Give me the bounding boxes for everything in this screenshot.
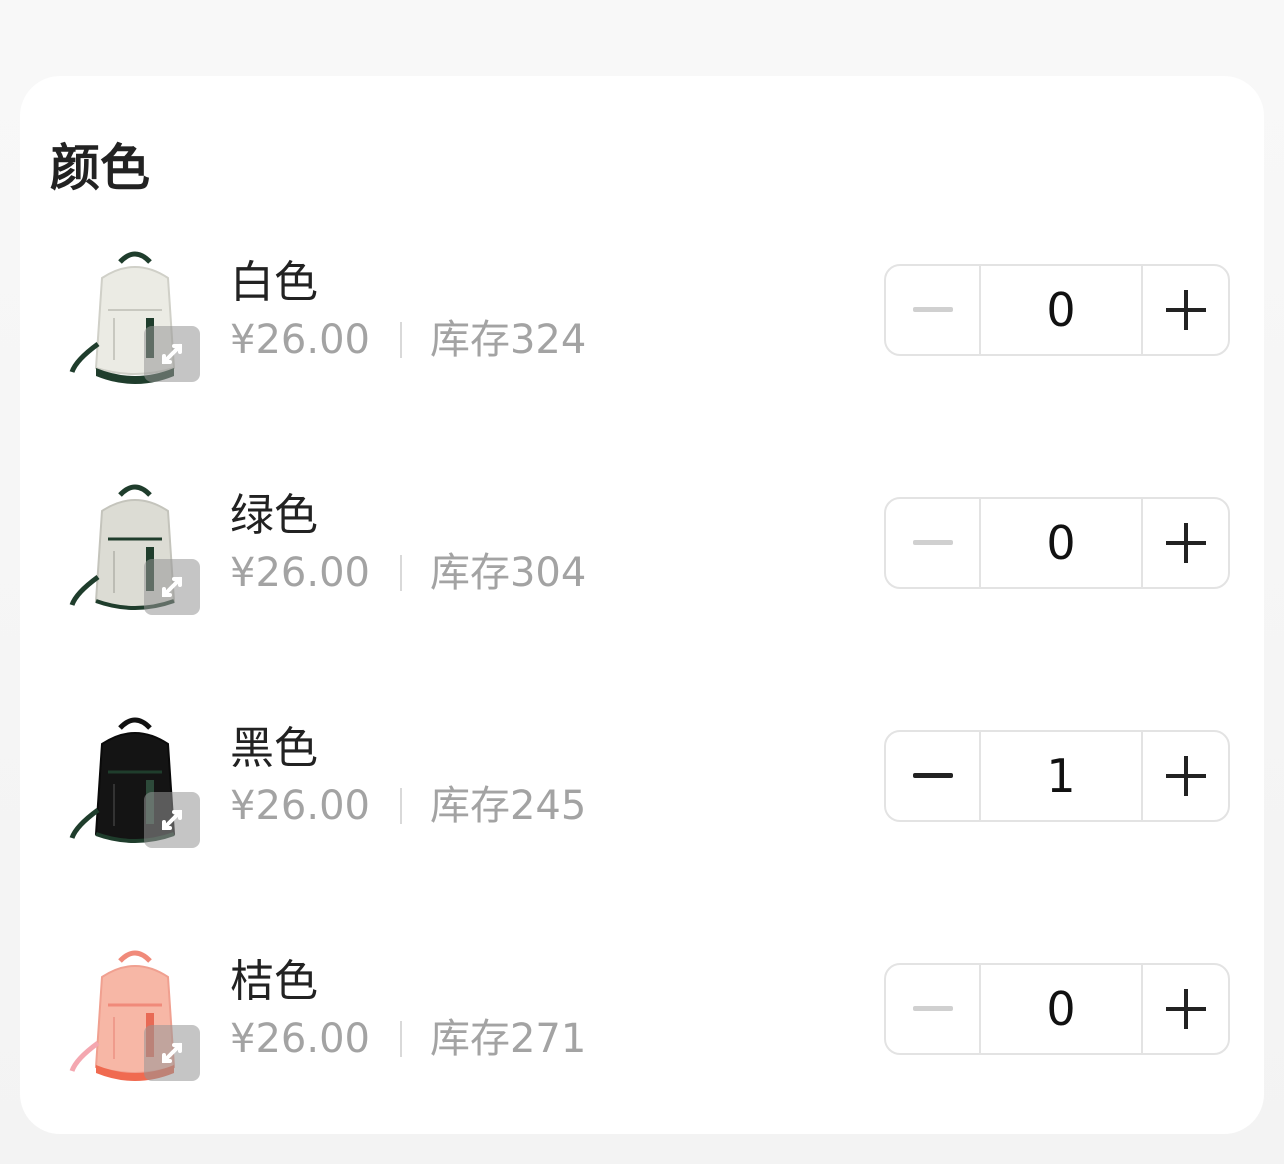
variant-name: 绿色: [230, 490, 318, 541]
quantity-value[interactable]: 0: [979, 266, 1143, 354]
variant-row-green: 绿色 ¥26.00 库存304 0: [20, 481, 1264, 631]
variant-name: 桔色: [230, 956, 318, 1007]
increase-button[interactable]: [1143, 499, 1228, 587]
plus-icon: [1165, 523, 1206, 563]
increase-button[interactable]: [1143, 965, 1228, 1053]
minus-icon: [912, 307, 953, 312]
expand-icon[interactable]: [144, 792, 200, 848]
variant-row-black: 黑色 ¥26.00 库存245 1: [20, 714, 1264, 864]
decrease-button[interactable]: [886, 732, 979, 820]
plus-icon: [1165, 290, 1206, 330]
variant-stock: 库存304: [429, 550, 587, 596]
variant-price: ¥26.00: [230, 1016, 370, 1062]
orange-backpack-thumbnail[interactable]: [68, 947, 202, 1087]
increase-button[interactable]: [1143, 266, 1228, 354]
variant-name: 黑色: [230, 723, 318, 774]
variant-stock: 库存245: [429, 783, 587, 829]
quantity-value[interactable]: 1: [979, 732, 1143, 820]
divider: [399, 555, 402, 591]
decrease-button[interactable]: [886, 965, 979, 1053]
minus-icon: [912, 1006, 953, 1011]
expand-icon[interactable]: [144, 326, 200, 382]
white-backpack-thumbnail[interactable]: [68, 248, 202, 388]
plus-icon: [1165, 989, 1206, 1029]
variant-price: ¥26.00: [230, 317, 370, 363]
expand-icon[interactable]: [144, 559, 200, 615]
color-selection-card: 颜色 白色 ¥26.00 库存324 0 绿色 ¥26.00 库存304 0 黑…: [20, 76, 1264, 1134]
variant-row-orange: 桔色 ¥26.00 库存271 0: [20, 947, 1264, 1097]
divider: [399, 1021, 402, 1057]
variant-name: 白色: [230, 257, 318, 308]
quantity-stepper: 0: [884, 264, 1230, 356]
variant-meta: ¥26.00 库存271: [230, 1013, 586, 1065]
variant-price: ¥26.00: [230, 783, 370, 829]
variant-meta: ¥26.00 库存324: [230, 314, 586, 366]
variant-stock: 库存324: [429, 317, 587, 363]
minus-icon: [912, 540, 953, 545]
variant-meta: ¥26.00 库存304: [230, 547, 586, 599]
plus-icon: [1165, 756, 1206, 796]
increase-button[interactable]: [1143, 732, 1228, 820]
section-title: 颜色: [50, 139, 150, 197]
divider: [399, 322, 402, 358]
quantity-stepper: 0: [884, 963, 1230, 1055]
green-backpack-thumbnail[interactable]: [68, 481, 202, 621]
minus-icon: [912, 773, 953, 778]
quantity-stepper: 0: [884, 497, 1230, 589]
decrease-button[interactable]: [886, 266, 979, 354]
quantity-value[interactable]: 0: [979, 965, 1143, 1053]
variant-price: ¥26.00: [230, 550, 370, 596]
variant-row-white: 白色 ¥26.00 库存324 0: [20, 248, 1264, 398]
expand-icon[interactable]: [144, 1025, 200, 1081]
quantity-stepper: 1: [884, 730, 1230, 822]
divider: [399, 788, 402, 824]
quantity-value[interactable]: 0: [979, 499, 1143, 587]
variant-meta: ¥26.00 库存245: [230, 780, 586, 832]
variant-stock: 库存271: [429, 1016, 587, 1062]
black-backpack-thumbnail[interactable]: [68, 714, 202, 854]
decrease-button[interactable]: [886, 499, 979, 587]
